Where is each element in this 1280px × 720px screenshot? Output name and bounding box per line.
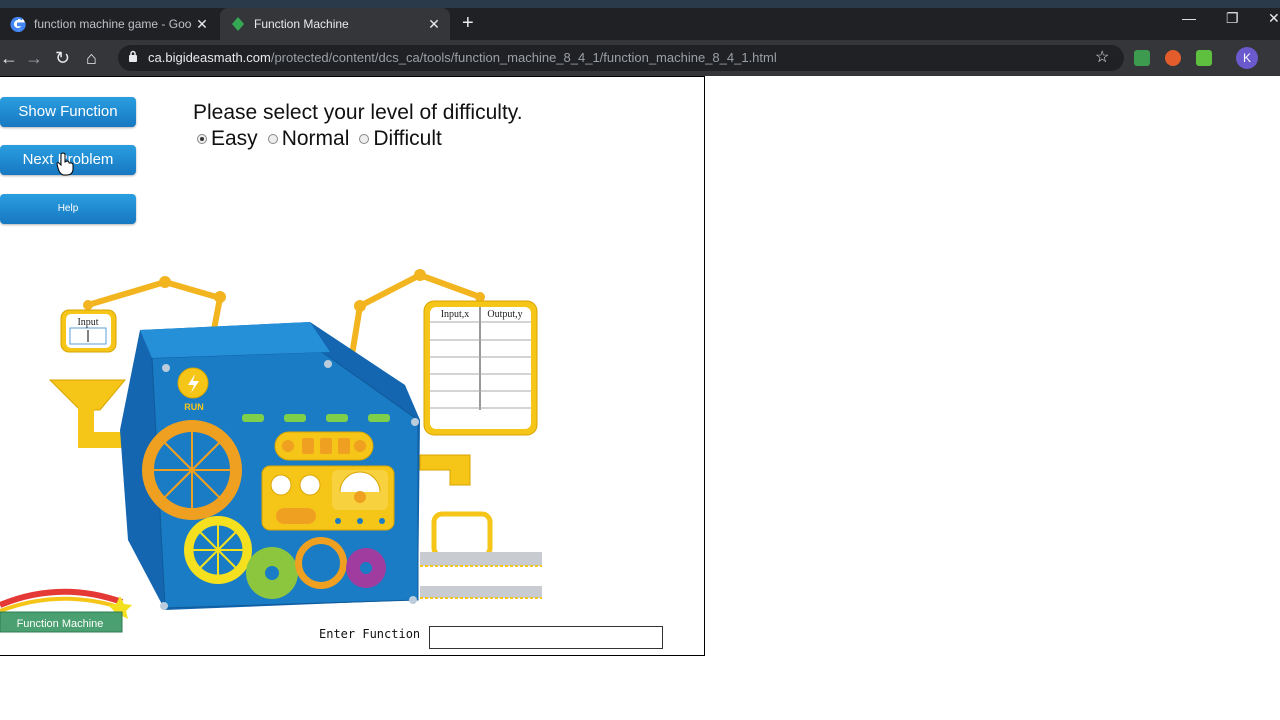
- extension-sheets-icon[interactable]: [1134, 50, 1150, 66]
- function-machine-illustration: Input RUN Input,x Output,y Function Mach…: [0, 269, 542, 633]
- table-header-output: Output,y: [487, 309, 522, 320]
- forward-icon[interactable]: →: [25, 48, 43, 68]
- title-bar: [0, 0, 1280, 8]
- difficulty-prompt: Please select your level of difficulty.: [193, 101, 523, 124]
- back-icon[interactable]: ←: [0, 48, 18, 68]
- tab-function-machine[interactable]: Function Machine ✕: [220, 8, 450, 40]
- url-text: ca.bigideasmath.com/protected/content/dc…: [148, 50, 777, 65]
- run-label: RUN: [184, 402, 204, 412]
- orange-gear: [142, 420, 242, 520]
- enter-function-label: Enter Function: [319, 627, 421, 641]
- extension-orange-icon[interactable]: [1165, 50, 1181, 66]
- radio-icon[interactable]: [267, 134, 278, 144]
- close-tab-icon[interactable]: ✕: [424, 16, 444, 33]
- help-button[interactable]: Help: [0, 194, 136, 224]
- lock-icon: [129, 50, 137, 62]
- output-table-frame: [423, 300, 538, 436]
- restore-icon[interactable]: ❐: [1226, 10, 1239, 27]
- show-function-button[interactable]: Show Function: [0, 97, 136, 127]
- close-tab-icon[interactable]: ✕: [192, 16, 212, 33]
- extension-green-icon[interactable]: [1196, 50, 1212, 66]
- table-header-input: Input,x: [441, 309, 470, 320]
- minimize-icon[interactable]: —: [1182, 10, 1196, 26]
- reload-icon[interactable]: ↻: [55, 48, 70, 68]
- bookmark-star-icon[interactable]: ☆: [1095, 48, 1109, 68]
- radio-icon[interactable]: [359, 134, 370, 144]
- menu-icon[interactable]: ⋮: [1272, 48, 1280, 68]
- enter-function-input[interactable]: [429, 626, 663, 649]
- difficulty-difficult[interactable]: Difficult: [359, 127, 442, 151]
- difficulty-options: Easy Normal Difficult: [197, 127, 452, 151]
- bigideas-icon: [230, 16, 246, 32]
- difficulty-easy[interactable]: Easy: [197, 127, 258, 151]
- close-window-icon[interactable]: ✕: [1268, 10, 1280, 27]
- new-tab-button[interactable]: +: [462, 12, 474, 34]
- radio-selected-icon[interactable]: [197, 134, 207, 144]
- tab-title: Function Machine: [254, 17, 349, 31]
- google-icon: [10, 16, 26, 33]
- input-label: Input: [77, 317, 98, 328]
- logo-text: Function Machine: [17, 618, 104, 630]
- home-icon[interactable]: ⌂: [86, 48, 97, 68]
- tab-google-search[interactable]: function machine game - Google ✕: [0, 8, 218, 40]
- tab-title: function machine game - Google: [34, 17, 192, 31]
- difficulty-normal[interactable]: Normal: [267, 127, 349, 151]
- profile-avatar[interactable]: K: [1236, 47, 1258, 69]
- hand-cursor-icon: [56, 152, 74, 176]
